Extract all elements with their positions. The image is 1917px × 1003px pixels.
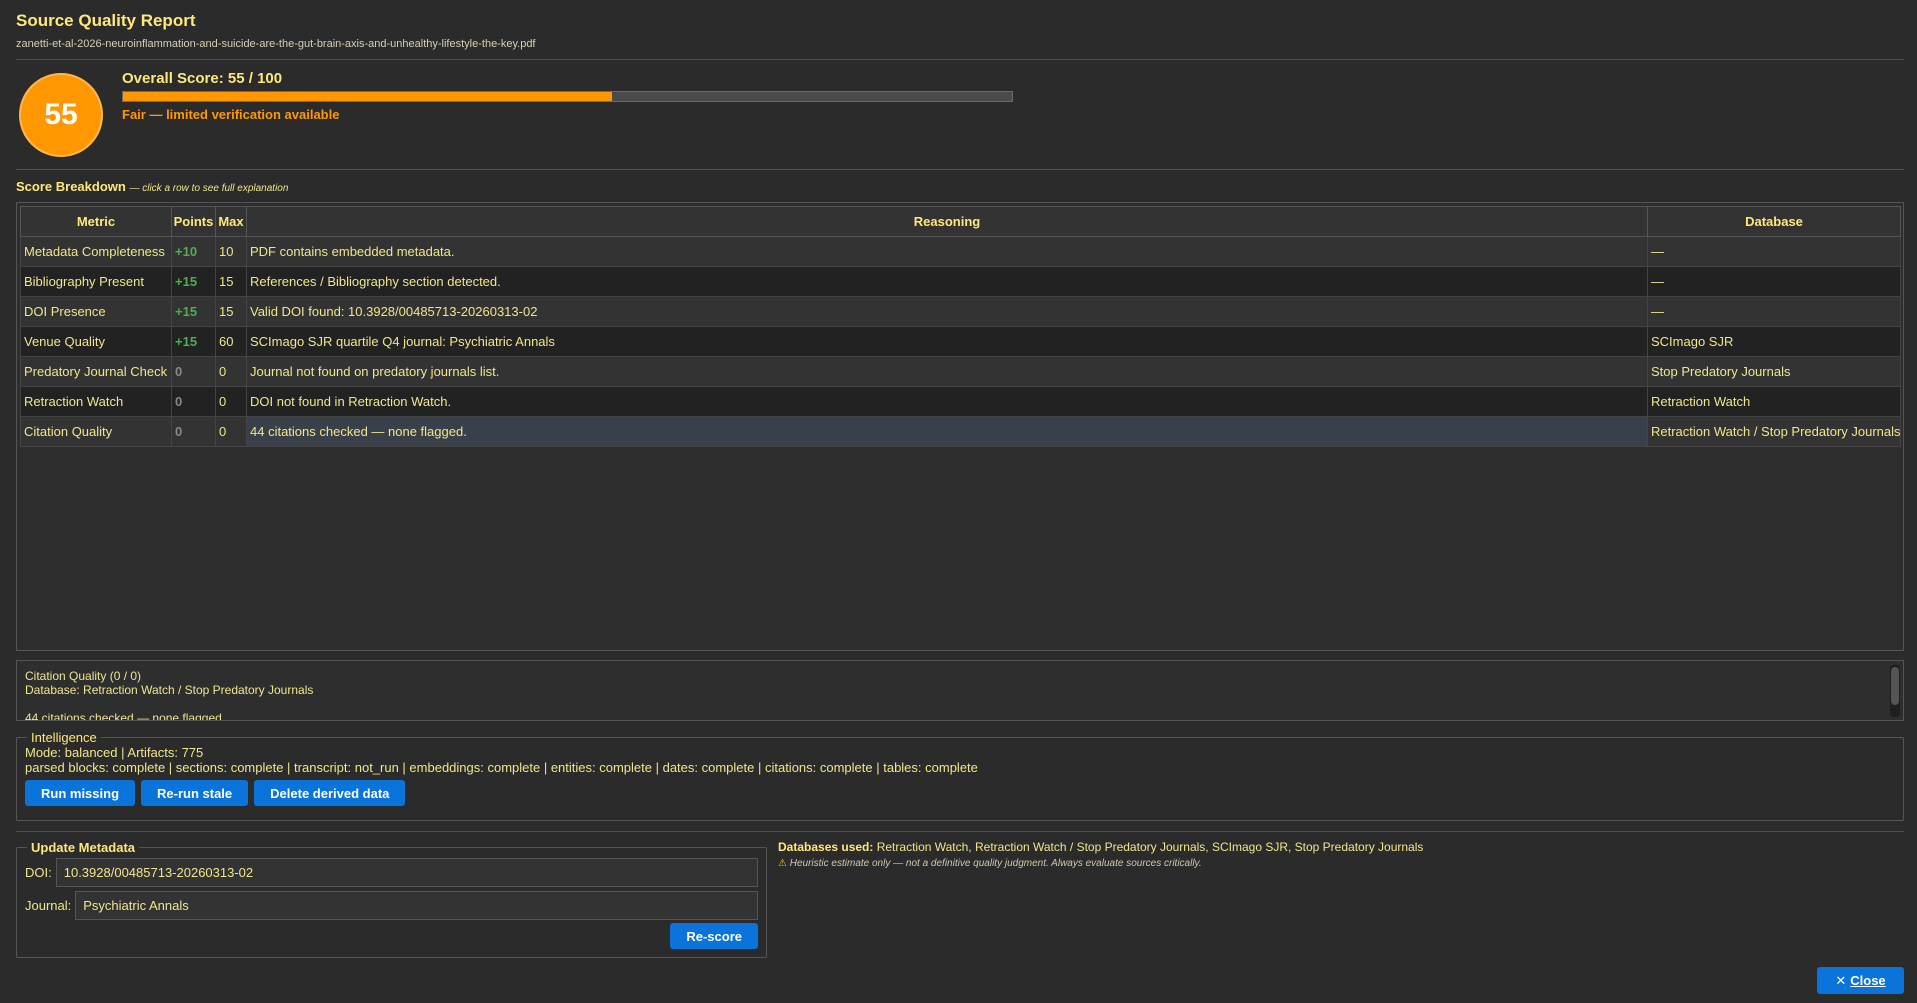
databases-used-value: Retraction Watch, Retraction Watch / Sto…: [876, 840, 1424, 854]
score-progress-fill: [123, 92, 612, 101]
cell-max: 0: [215, 386, 247, 417]
cell-metric: Predatory Journal Check: [20, 356, 172, 387]
update-metadata-panel: Update Metadata DOI: Journal: Re-score: [16, 840, 767, 958]
databases-used: Databases used: Retraction Watch, Retrac…: [778, 840, 1423, 854]
explanation-panel: Citation Quality (0 / 0) Database: Retra…: [16, 660, 1904, 721]
cell-metric: DOI Presence: [20, 296, 172, 327]
table-row[interactable]: Bibliography Present +15 15 References / Bi…: [20, 266, 1901, 297]
cell-reasoning: Journal not found on predatory journals …: [246, 356, 1648, 387]
dialog-title: Source Quality Report: [16, 11, 196, 30]
cell-reasoning: Valid DOI found: 10.3928/00485713-202603…: [246, 296, 1648, 327]
cell-points: +15: [171, 266, 216, 297]
cell-metric: Metadata Completeness: [20, 236, 172, 267]
cell-points: 0: [171, 386, 216, 417]
explanation-scrollbar[interactable]: [1890, 665, 1900, 717]
cell-points: 0: [171, 356, 216, 387]
table-row[interactable]: Retraction Watch 0 0 DOI not found in Retra…: [20, 386, 1901, 417]
rescore-button[interactable]: Re-score: [670, 923, 758, 949]
cell-database: —: [1647, 296, 1901, 327]
cell-reasoning: DOI not found in Retraction Watch.: [246, 386, 1648, 417]
cell-points: +15: [171, 326, 216, 357]
warning-icon: ⚠: [778, 858, 787, 869]
cell-database: —: [1647, 266, 1901, 297]
divider: [16, 59, 1904, 60]
col-header-database[interactable]: Database: [1647, 206, 1901, 237]
cell-database: Stop Predatory Journals: [1647, 356, 1901, 387]
cell-max: 0: [215, 416, 247, 447]
overall-score: Overall Score: 55 / 100: [122, 70, 283, 87]
breakdown-table: Metric Points Max Reasoning Database Met…: [20, 206, 1901, 447]
cell-points: +10: [171, 236, 216, 267]
explanation-text: 44 citations checked — none flagged.: [25, 711, 226, 721]
cell-points: +15: [171, 296, 216, 327]
table-row[interactable]: Metadata Completeness +10 10 PDF contains e…: [20, 236, 1901, 267]
cell-max: 10: [215, 236, 247, 267]
col-header-metric[interactable]: Metric: [20, 206, 172, 237]
rerun-stale-button[interactable]: Re-run stale: [141, 780, 249, 806]
explanation-title: Citation Quality (0 / 0): [25, 669, 142, 683]
score-rating: Fair — limited verification available: [122, 107, 340, 122]
col-header-reasoning[interactable]: Reasoning: [246, 206, 1648, 237]
close-icon: ✕: [1835, 972, 1847, 988]
col-header-max[interactable]: Max: [215, 206, 247, 237]
intelligence-mode: Mode: balanced | Artifacts: 775: [25, 745, 204, 760]
score-progress-bar: [122, 91, 1013, 102]
cell-max: 60: [215, 326, 247, 357]
journal-input[interactable]: [75, 891, 758, 920]
divider: [16, 831, 1904, 832]
breakdown-hint: — click a row to see full explanation: [129, 183, 289, 194]
cell-database: SCImago SJR: [1647, 326, 1901, 357]
table-header-row: Metric Points Max Reasoning Database: [20, 206, 1901, 237]
doi-input[interactable]: [55, 858, 758, 887]
cell-metric: Venue Quality: [20, 326, 172, 357]
cell-database: Retraction Watch / Stop Predatory Journa…: [1647, 416, 1901, 447]
breakdown-heading: Score Breakdown — click a row to see ful…: [16, 179, 288, 194]
run-missing-button[interactable]: Run missing: [25, 780, 136, 806]
cell-database: —: [1647, 236, 1901, 267]
cell-metric: Bibliography Present: [20, 266, 172, 297]
scrollbar-thumb[interactable]: [1891, 667, 1899, 705]
table-row[interactable]: Predatory Journal Check 0 0 Journal not fou…: [20, 356, 1901, 387]
update-metadata-legend: Update Metadata: [31, 840, 136, 855]
close-label: Close: [1850, 972, 1886, 988]
file-name: zanetti-et-al-2026-neuroinflammation-and…: [16, 38, 536, 50]
table-row[interactable]: Citation Quality 0 0 44 citations checked —…: [20, 416, 1901, 447]
cell-max: 15: [215, 266, 247, 297]
col-header-points[interactable]: Points: [171, 206, 216, 237]
cell-reasoning: PDF contains embedded metadata.: [246, 236, 1648, 267]
delete-derived-data-button[interactable]: Delete derived data: [254, 780, 406, 806]
warning-text: Heuristic estimate only — not a definiti…: [789, 858, 1202, 869]
breakdown-table-container: Metric Points Max Reasoning Database Met…: [16, 202, 1904, 651]
score-badge: 55: [19, 73, 103, 157]
cell-points: 0: [171, 416, 216, 447]
databases-used-label: Databases used:: [778, 840, 874, 854]
doi-label: DOI:: [25, 865, 52, 880]
table-row[interactable]: DOI Presence +15 15 Valid DOI found: 10.392…: [20, 296, 1901, 327]
divider: [16, 169, 1904, 170]
table-row[interactable]: Venue Quality +15 60 SCImago SJR quartile Q…: [20, 326, 1901, 357]
source-quality-dialog: Source Quality Report zanetti-et-al-2026…: [0, 0, 1917, 1003]
cell-reasoning: References / Bibliography section detect…: [246, 266, 1648, 297]
intelligence-legend: Intelligence: [31, 730, 97, 745]
cell-max: 15: [215, 296, 247, 327]
close-button[interactable]: ✕ Close: [1817, 967, 1904, 994]
breakdown-title: Score Breakdown: [16, 179, 126, 194]
cell-database: Retraction Watch: [1647, 386, 1901, 417]
intelligence-status: parsed blocks: complete | sections: comp…: [25, 760, 978, 775]
journal-label: Journal:: [25, 898, 72, 913]
cell-reasoning: 44 citations checked — none flagged.: [246, 416, 1648, 447]
heuristic-warning: ⚠ Heuristic estimate only — not a defini…: [778, 858, 1202, 869]
explanation-database: Database: Retraction Watch / Stop Predat…: [25, 683, 314, 697]
cell-reasoning: SCImago SJR quartile Q4 journal: Psychia…: [246, 326, 1648, 357]
intelligence-panel: Intelligence Mode: balanced | Artifacts:…: [16, 730, 1904, 821]
cell-max: 0: [215, 356, 247, 387]
cell-metric: Retraction Watch: [20, 386, 172, 417]
cell-metric: Citation Quality: [20, 416, 172, 447]
